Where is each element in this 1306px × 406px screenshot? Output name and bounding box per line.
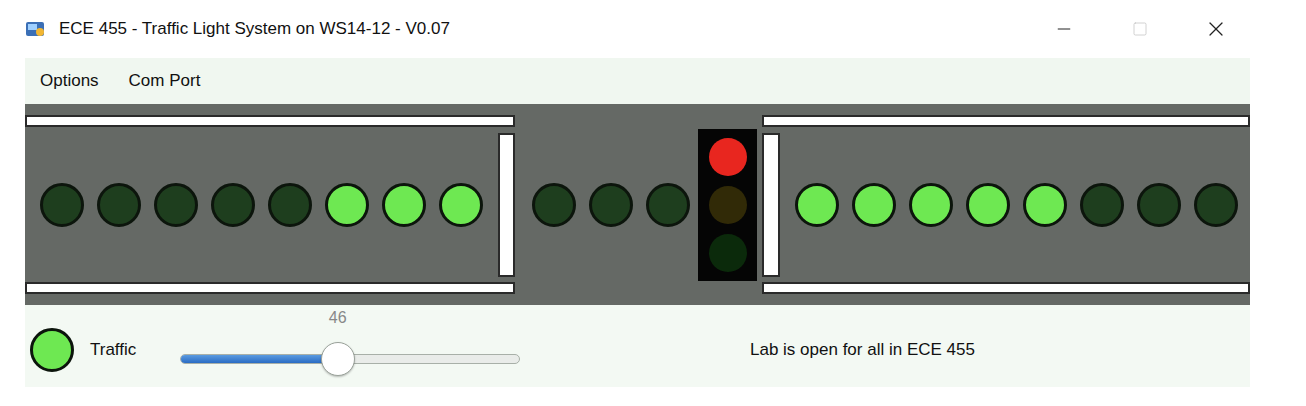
stop-line xyxy=(498,133,515,277)
menu-item[interactable]: Options xyxy=(40,71,99,91)
slider-value: 46 xyxy=(318,309,358,327)
control-bar: Traffic 46 Lab is open for all in ECE 455 xyxy=(25,305,1250,387)
slider-thumb[interactable] xyxy=(321,342,355,376)
car-slot xyxy=(532,183,576,227)
car-slot xyxy=(268,183,312,227)
car-slot xyxy=(909,183,953,227)
car-slot xyxy=(646,183,690,227)
close-icon xyxy=(1204,17,1228,41)
intersection-lane xyxy=(515,127,698,282)
status-text: Lab is open for all in ECE 455 xyxy=(750,340,975,360)
menu-bar: Options Com Port xyxy=(25,58,1250,104)
car-slot xyxy=(966,183,1010,227)
window-controls xyxy=(1052,17,1306,41)
minimize-icon xyxy=(1054,19,1074,39)
content: Options Com Port Traffic 46 Lab is open for … xyxy=(25,58,1250,387)
left-road xyxy=(25,104,515,305)
maximize-icon xyxy=(1132,21,1148,37)
car-slot xyxy=(795,183,839,227)
car-slot xyxy=(382,183,426,227)
window: ECE 455 - Traffic Light System on WS14-1… xyxy=(0,0,1306,406)
app-icon xyxy=(25,19,45,39)
traffic-lamp xyxy=(709,234,747,272)
car-slot xyxy=(1137,183,1181,227)
car-slot xyxy=(40,183,84,227)
car-slot xyxy=(154,183,198,227)
slider-fill xyxy=(181,355,339,363)
right-lane xyxy=(757,127,1250,282)
car-slot xyxy=(211,183,255,227)
car-slot xyxy=(1023,183,1067,227)
car-slot xyxy=(97,183,141,227)
car-slot xyxy=(325,183,369,227)
car-slot xyxy=(589,183,633,227)
car-slot xyxy=(852,183,896,227)
maximize-button[interactable] xyxy=(1128,17,1152,41)
title-bar: ECE 455 - Traffic Light System on WS14-1… xyxy=(0,0,1306,58)
minimize-button[interactable] xyxy=(1052,17,1076,41)
curb xyxy=(762,115,1250,127)
traffic-lamp xyxy=(709,186,747,224)
curb xyxy=(25,115,515,127)
window-title: ECE 455 - Traffic Light System on WS14-1… xyxy=(59,19,1052,39)
close-button[interactable] xyxy=(1204,17,1228,41)
left-lane xyxy=(25,127,515,282)
traffic-indicator xyxy=(30,328,74,372)
car-slot xyxy=(1080,183,1124,227)
traffic-slider[interactable]: 46 xyxy=(180,305,520,387)
traffic-label: Traffic xyxy=(90,340,170,360)
curb xyxy=(25,282,515,294)
intersection xyxy=(515,104,698,305)
road xyxy=(25,104,1250,305)
traffic-light xyxy=(698,129,757,281)
car-slot xyxy=(439,183,483,227)
traffic-lamp xyxy=(709,138,747,176)
car-slot xyxy=(1194,183,1238,227)
right-road xyxy=(757,104,1250,305)
curb xyxy=(762,282,1250,294)
menu-item[interactable]: Com Port xyxy=(129,71,201,91)
stop-line xyxy=(762,133,780,277)
